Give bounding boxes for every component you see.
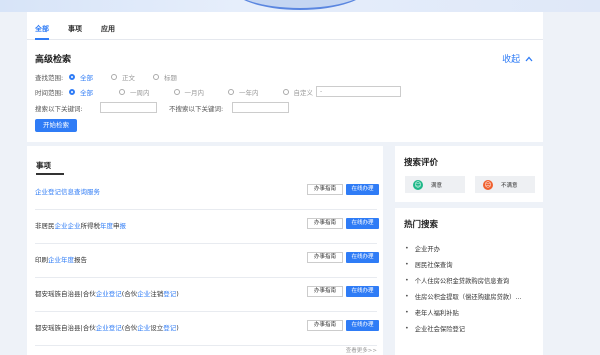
advanced-search-title: 高级检索 bbox=[35, 55, 72, 65]
time-row: 时间范围: 全部 一周内 一月内 一年内 自定义 - bbox=[35, 86, 401, 97]
search-tabs: 全部 事项 应用 bbox=[27, 12, 543, 40]
item-row: 都安瑶族自治县|合伙企业登记(合伙企业设立登记) 办事指南 在线办理 bbox=[35, 312, 379, 346]
unsatisfied-button[interactable]: ☹ 不满意 bbox=[475, 176, 535, 193]
guide-button[interactable]: 办事指南 bbox=[307, 286, 343, 297]
scope-option-title[interactable]: 标题 bbox=[153, 72, 177, 82]
online-handle-button[interactable]: 在线办理 bbox=[346, 286, 379, 297]
scope-option-body[interactable]: 正文 bbox=[111, 72, 135, 82]
tab-all[interactable]: 全部 bbox=[35, 24, 49, 40]
unsatisfied-label: 不满意 bbox=[501, 182, 518, 189]
time-option-custom[interactable]: 自定义 bbox=[282, 87, 313, 97]
item-row: 非居民企业企业所得税年度申报 办事指南 在线办理 bbox=[35, 210, 379, 244]
collapse-toggle[interactable]: 收起 bbox=[502, 52, 533, 65]
time-option-month[interactable]: 一月内 bbox=[173, 87, 204, 97]
online-handle-button[interactable]: 在线办理 bbox=[346, 184, 379, 195]
include-keywords-label: 搜索以下关键词: bbox=[35, 104, 83, 113]
items-section-title: 事项 bbox=[36, 161, 64, 175]
item-row: 印刷企业年度报告 办事指南 在线办理 bbox=[35, 244, 379, 278]
hot-search-item[interactable]: 居民社保查询 bbox=[405, 256, 521, 272]
item-name-link[interactable]: 印刷企业年度报告 bbox=[35, 254, 87, 264]
scope-label: 查找范围: bbox=[35, 74, 64, 82]
hot-search-item[interactable]: 企业社会保险登记 bbox=[405, 320, 521, 336]
satisfied-label: 满意 bbox=[431, 182, 443, 189]
time-option-year[interactable]: 一年内 bbox=[228, 87, 259, 97]
guide-button[interactable]: 办事指南 bbox=[307, 320, 343, 331]
time-option-all[interactable]: 全部 bbox=[69, 87, 93, 97]
scope-option-all[interactable]: 全部 bbox=[69, 72, 93, 82]
smile-icon: ☺ bbox=[413, 179, 423, 190]
guide-button[interactable]: 办事指南 bbox=[307, 184, 343, 195]
scope-row: 查找范围: 全部 正文 标题 bbox=[35, 72, 195, 82]
search-panel: 全部 事项 应用 高级检索 收起 查找范围: 全部 正文 标题 时间范围: 全部… bbox=[27, 12, 543, 142]
hot-search-title: 热门搜索 bbox=[404, 220, 439, 230]
hot-search-item[interactable]: 个人住房公积金贷款购房信息查询 bbox=[405, 272, 521, 288]
online-handle-button[interactable]: 在线办理 bbox=[346, 320, 379, 331]
hot-search-item[interactable]: 住房公积金提取（偿还购建房贷款）... bbox=[405, 288, 522, 304]
guide-button[interactable]: 办事指南 bbox=[307, 218, 343, 229]
item-name-link[interactable]: 都安瑶族自治县|合伙企业登记(合伙企业注销登记) bbox=[35, 288, 179, 298]
include-keywords-input[interactable] bbox=[100, 102, 157, 113]
chevron-up-icon bbox=[525, 56, 533, 62]
custom-date-input[interactable]: - bbox=[316, 86, 401, 97]
time-option-week[interactable]: 一周内 bbox=[119, 87, 150, 97]
online-handle-button[interactable]: 在线办理 bbox=[346, 252, 379, 263]
banner-arc bbox=[230, 0, 370, 10]
top-banner bbox=[0, 0, 600, 12]
hot-search-item[interactable]: 老年人福利补贴 bbox=[405, 304, 521, 320]
guide-button[interactable]: 办事指南 bbox=[307, 252, 343, 263]
collapse-label: 收起 bbox=[502, 55, 521, 65]
exclude-keywords-label: 不搜索以下关键词: bbox=[169, 104, 224, 113]
rating-panel: 搜索评价 ☺ 满意 ☹ 不满意 bbox=[395, 146, 543, 202]
time-label: 时间范围: bbox=[35, 88, 64, 97]
keyword-row: 搜索以下关键词: 不搜索以下关键词: bbox=[35, 102, 301, 113]
tab-apps[interactable]: 应用 bbox=[101, 24, 115, 40]
tab-items[interactable]: 事项 bbox=[68, 24, 82, 40]
hot-search-list: 企业开办 居民社保查询 个人住房公积金贷款购房信息查询 住房公积金提取（偿还购建… bbox=[405, 240, 522, 336]
view-more-link[interactable]: 查看更多>> bbox=[346, 346, 377, 354]
item-name-link[interactable]: 企业登记信息查询服务 bbox=[35, 186, 100, 196]
item-name-link[interactable]: 非居民企业企业所得税年度申报 bbox=[35, 220, 126, 230]
start-search-button[interactable]: 开始检索 bbox=[35, 119, 77, 132]
items-panel: 事项 企业登记信息查询服务 办事指南 在线办理 非居民企业企业所得税年度申报 办事指南在… bbox=[27, 146, 383, 355]
hot-search-panel: 热门搜索 企业开办 居民社保查询 个人住房公积金贷款购房信息查询 住房公积金提取… bbox=[395, 208, 543, 355]
exclude-keywords-input[interactable] bbox=[232, 102, 289, 113]
online-handle-button[interactable]: 在线办理 bbox=[346, 218, 379, 229]
hot-search-item[interactable]: 企业开办 bbox=[405, 240, 521, 256]
satisfied-button[interactable]: ☺ 满意 bbox=[405, 176, 465, 193]
item-row: 企业登记信息查询服务 办事指南 在线办理 bbox=[35, 176, 379, 210]
frown-icon: ☹ bbox=[483, 179, 493, 190]
rating-title: 搜索评价 bbox=[404, 158, 439, 168]
item-row: 都安瑶族自治县|合伙企业登记(合伙企业注销登记) 办事指南 在线办理 bbox=[35, 278, 379, 312]
item-name-link[interactable]: 都安瑶族自治县|合伙企业登记(合伙企业设立登记) bbox=[35, 322, 179, 332]
